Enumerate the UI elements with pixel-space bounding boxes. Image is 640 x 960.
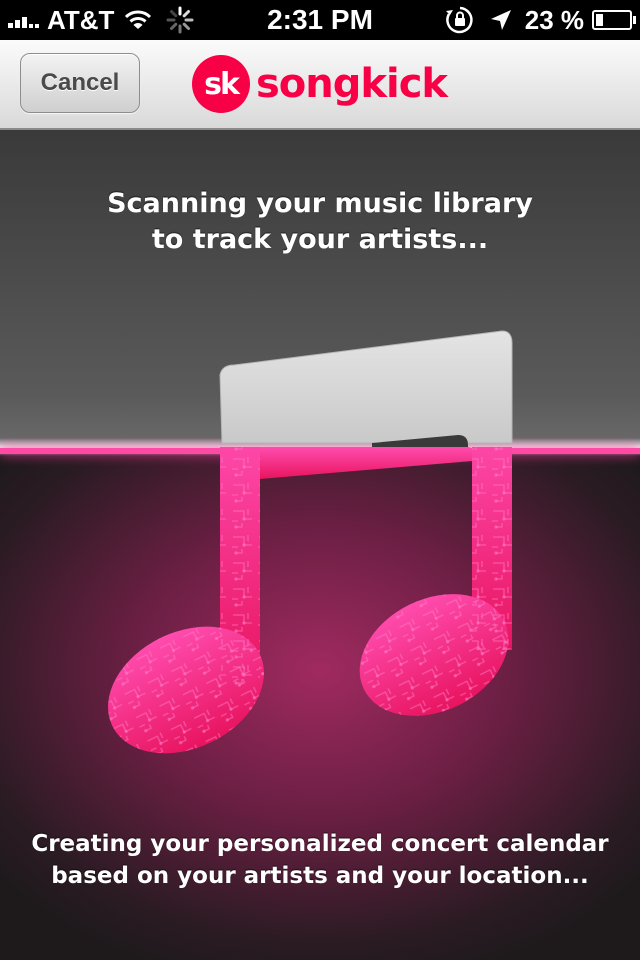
status-bar: AT&T 2:31 PM 23 % — [0, 0, 640, 40]
logo-wordmark: songkick — [256, 61, 448, 107]
scanning-heading: Scanning your music library to track you… — [0, 186, 640, 258]
music-note-icon — [108, 330, 513, 754]
heading-line-1: Scanning your music library — [107, 188, 533, 219]
orientation-lock-icon — [445, 6, 473, 34]
status-message-line-1: Creating your personalized concert calen… — [31, 831, 609, 857]
battery-level-fill — [596, 14, 603, 26]
battery-icon — [592, 10, 636, 30]
location-arrow-icon — [490, 10, 511, 30]
cancel-button[interactable]: Cancel — [20, 53, 140, 113]
battery-percent: 23 % — [524, 4, 584, 35]
status-message-line-2: based on your artists and your location.… — [51, 863, 589, 889]
navigation-bar: Cancel sk songkick — [0, 40, 640, 130]
heading-line-2: to track your artists... — [151, 224, 489, 255]
logo-badge: sk — [192, 55, 250, 113]
status-message: Creating your personalized concert calen… — [0, 828, 640, 892]
scanning-view: Scanning your music library to track you… — [0, 130, 640, 960]
songkick-logo: sk songkick — [192, 54, 448, 114]
